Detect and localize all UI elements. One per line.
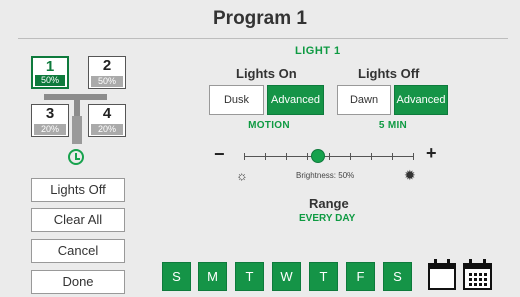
lights-off-title: Lights Off — [358, 66, 420, 81]
brightness-slider-knob[interactable] — [311, 149, 325, 163]
brightness-label: Brightness: 50% — [296, 171, 355, 180]
light-tile-percent: 50% — [91, 76, 123, 87]
clock-icon[interactable] — [68, 149, 84, 165]
calendar-grid-icon[interactable] — [463, 259, 492, 290]
slider-tick — [413, 153, 414, 160]
sun-dim-icon: ☼ — [236, 168, 248, 183]
clear-all-button[interactable]: Clear All — [31, 208, 125, 232]
slider-tick — [265, 153, 266, 160]
slider-tick — [244, 153, 245, 160]
slider-tick — [350, 153, 351, 160]
lights-off-advanced-button[interactable]: Advanced — [394, 85, 448, 115]
light-tile-2[interactable]: 2 50% — [88, 56, 126, 89]
light-tile-number: 3 — [45, 105, 55, 122]
slider-tick — [307, 153, 308, 160]
fixture-connector-post — [74, 98, 80, 116]
done-button[interactable]: Done — [31, 270, 125, 294]
light-tile-1[interactable]: 1 50% — [31, 56, 69, 89]
calendar-icon[interactable] — [428, 259, 456, 290]
light-tile-number: 2 — [102, 57, 112, 74]
lights-off-mode: 5 MIN — [378, 120, 408, 131]
day-button-saturday[interactable]: S — [383, 262, 412, 291]
fixture-connector-base — [72, 116, 82, 144]
range-title: Range — [309, 196, 349, 211]
lights-on-mode: MOTION — [248, 120, 290, 131]
light-tile-3[interactable]: 3 20% — [31, 104, 69, 137]
day-button-tuesday[interactable]: T — [235, 262, 264, 291]
lights-on-title: Lights On — [236, 66, 297, 81]
light-tile-4[interactable]: 4 20% — [88, 104, 126, 137]
light-tile-number: 1 — [45, 58, 55, 75]
light-header: LIGHT 1 — [295, 45, 341, 57]
day-button-thursday[interactable]: T — [309, 262, 338, 291]
page-title: Program 1 — [213, 8, 307, 29]
brightness-increase-button[interactable]: + — [426, 143, 437, 164]
title-divider — [18, 38, 508, 39]
range-value: EVERY DAY — [299, 213, 356, 224]
light-tile-percent: 50% — [35, 75, 65, 86]
slider-tick — [329, 153, 330, 160]
lights-on-advanced-button[interactable]: Advanced — [267, 85, 324, 115]
slider-tick — [371, 153, 372, 160]
cancel-button[interactable]: Cancel — [31, 239, 125, 263]
day-button-friday[interactable]: F — [346, 262, 375, 291]
day-button-monday[interactable]: M — [198, 262, 227, 291]
light-tile-percent: 20% — [91, 124, 123, 135]
day-button-wednesday[interactable]: W — [272, 262, 301, 291]
lights-off-button[interactable]: Lights Off — [31, 178, 125, 202]
slider-tick — [286, 153, 287, 160]
dawn-button[interactable]: Dawn — [337, 85, 391, 115]
slider-tick — [392, 153, 393, 160]
dusk-button[interactable]: Dusk — [209, 85, 264, 115]
day-button-sunday[interactable]: S — [162, 262, 191, 291]
brightness-decrease-button[interactable]: − — [214, 144, 225, 165]
light-tile-number: 4 — [102, 105, 112, 122]
sun-bright-icon: ✹ — [404, 167, 416, 183]
light-tile-percent: 20% — [34, 124, 66, 135]
